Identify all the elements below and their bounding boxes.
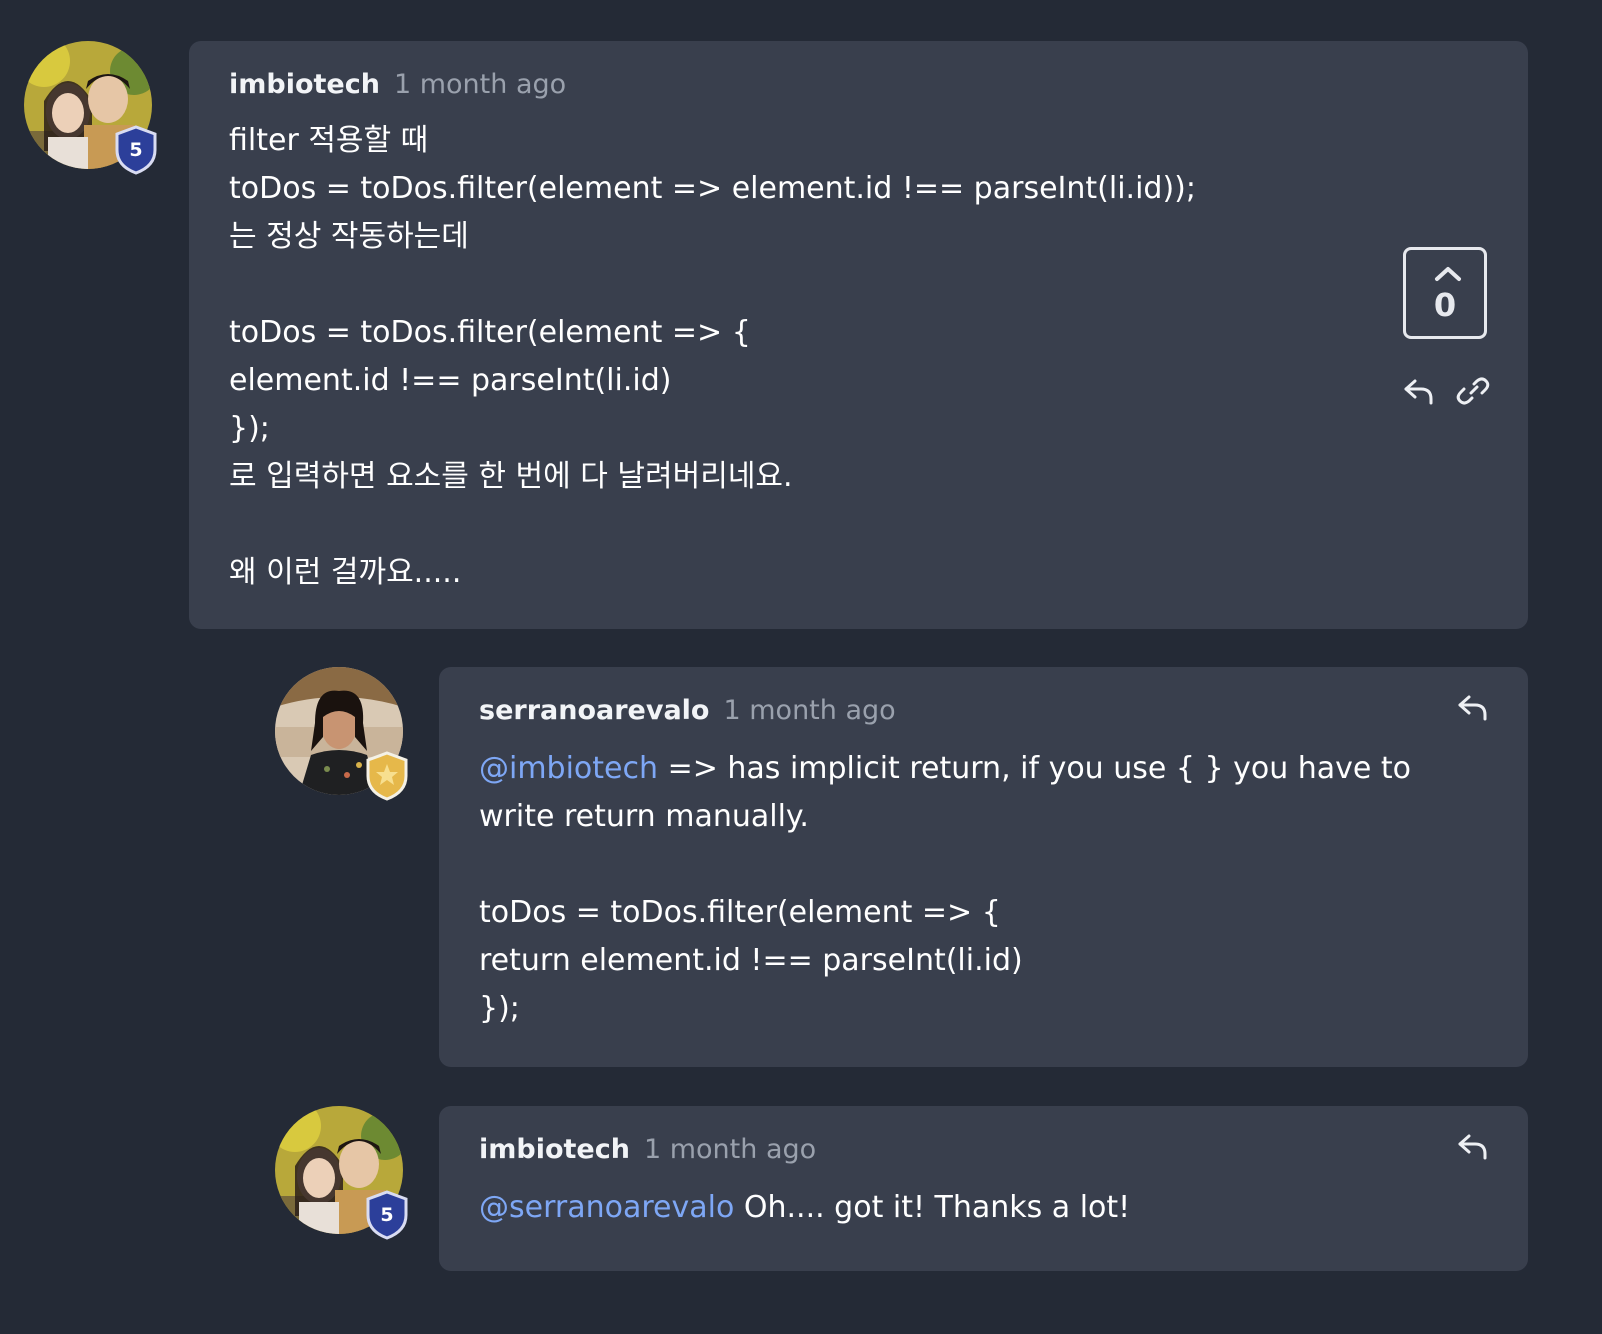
comment-username[interactable]: imbiotech (479, 1134, 630, 1165)
link-icon (1456, 377, 1490, 405)
badge-level: 5 (129, 139, 142, 161)
comment-body-text: => has implicit return, if you use { } y… (658, 751, 1412, 786)
chevron-up-icon (1435, 267, 1461, 281)
comment-timestamp: 1 month ago (723, 695, 896, 726)
comment-body: @serranoarevalo Oh.... got it! Thanks a … (479, 1184, 1130, 1232)
vote-count: 0 (1433, 286, 1457, 324)
reply-button[interactable] (1455, 1128, 1491, 1164)
star-shield-badge-icon (366, 751, 408, 801)
comment-body-text: Oh.... got it! Thanks a lot! (734, 1190, 1131, 1225)
reply-card: imbiotech 1 month ago @serranoarevalo Oh.… (439, 1106, 1528, 1271)
comment-body-first-line: @imbiotech => has implicit return, if yo… (479, 745, 1411, 793)
mention-link[interactable]: @serranoarevalo (479, 1190, 734, 1225)
reply-button[interactable] (1401, 373, 1437, 409)
shield-badge-icon: 5 (115, 125, 157, 175)
reply-icon (1458, 695, 1487, 721)
reply-card: serranoarevalo 1 month ago @imbiotech => … (439, 667, 1528, 1067)
comment-card: imbiotech 1 month ago filter 적용할 때 toDos … (189, 41, 1528, 629)
reply-icon (1404, 379, 1433, 405)
reply-button[interactable] (1455, 689, 1491, 725)
avatar-serranoarevalo[interactable] (275, 667, 408, 801)
comment-body: write return manually. toDos = toDos.fil… (479, 799, 1023, 1026)
upvote-button[interactable]: 0 (1403, 247, 1487, 339)
comment-timestamp: 1 month ago (393, 69, 567, 100)
badge-level: 5 (380, 1204, 393, 1226)
comment-meta: imbiotech 1 month ago (229, 67, 566, 103)
comment-username[interactable]: imbiotech (229, 69, 380, 100)
comment-meta: serranoarevalo 1 month ago (479, 693, 896, 729)
reply-icon (1458, 1134, 1487, 1160)
comment-username[interactable]: serranoarevalo (479, 695, 709, 726)
avatar-imbiotech[interactable]: 5 (275, 1106, 408, 1240)
comment-meta: imbiotech 1 month ago (479, 1132, 816, 1168)
comment-body: filter 적용할 때 toDos = toDos.filter(elemen… (229, 123, 1196, 590)
comment-timestamp: 1 month ago (643, 1134, 817, 1165)
shield-badge-icon: 5 (366, 1190, 408, 1240)
copy-link-button[interactable] (1455, 373, 1491, 409)
avatar-imbiotech[interactable]: 5 (24, 41, 157, 175)
mention-link[interactable]: @imbiotech (479, 751, 658, 786)
